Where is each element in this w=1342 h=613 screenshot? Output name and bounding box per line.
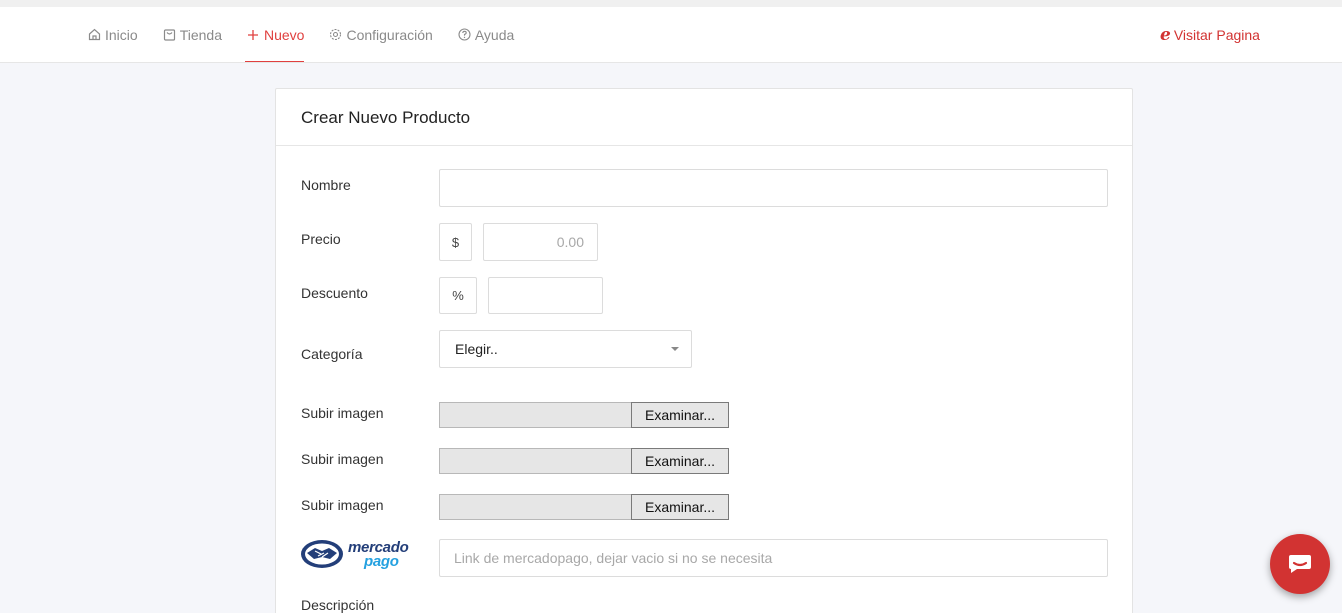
dropdown-caret-icon [671,347,679,351]
precio-input[interactable]: 0.00 [483,223,598,261]
nav-item-configuracion[interactable]: Configuración [329,7,433,62]
handshake-icon [301,540,343,568]
mercadopago-link-input[interactable]: Link de mercadopago, dejar vacio si no s… [439,539,1108,577]
nav-label: Nuevo [263,26,305,43]
gear-icon [329,28,342,41]
categoria-select[interactable]: Elegir.. [439,330,692,368]
file-upload-3: Examinar... [439,494,729,520]
nav-label: Tienda [179,26,222,43]
top-navbar: Inicio Tienda Nuevo Configuración Ayuda [0,0,1342,63]
file-path-field[interactable] [439,402,631,428]
nav-item-inicio[interactable]: Inicio [88,7,138,62]
mercadopago-logo-text-bottom: pago [364,553,399,570]
chat-icon [1289,555,1311,573]
file-upload-1: Examinar... [439,402,729,428]
help-icon [458,28,471,41]
main-nav: Inicio Tienda Nuevo Configuración Ayuda [88,7,539,62]
mercadopago-logo: mercado pago [300,537,420,571]
file-path-field[interactable] [439,494,631,520]
card-title: Crear Nuevo Producto [276,89,1132,146]
nav-label: Ayuda [474,26,515,43]
bag-icon [163,28,176,41]
plus-icon [247,28,260,41]
nombre-label: Nombre [301,177,351,193]
chat-button[interactable] [1270,534,1330,594]
nombre-input[interactable] [439,169,1108,207]
upload-label-3: Subir imagen [301,497,384,513]
nav-item-ayuda[interactable]: Ayuda [458,7,514,62]
precio-currency-addon: $ [439,223,472,261]
precio-label: Precio [301,231,341,247]
nav-label: Configuración [346,26,433,43]
descripcion-label: Descripción [301,597,375,613]
descuento-input[interactable] [488,277,603,314]
browse-button[interactable]: Examinar... [631,402,729,428]
nav-label: Inicio [105,26,138,43]
home-icon [88,28,101,41]
descuento-percent-addon: % [439,277,477,314]
categoria-selected-value: Elegir.. [455,341,498,357]
browse-button[interactable]: Examinar... [631,448,729,474]
nav-item-nuevo[interactable]: Nuevo [244,7,305,62]
nav-item-tienda[interactable]: Tienda [163,7,222,62]
upload-label-2: Subir imagen [301,451,384,467]
visit-page-link[interactable]: e Visitar Pagina [1160,7,1260,62]
file-upload-2: Examinar... [439,448,729,474]
visit-label: Visitar Pagina [1173,26,1260,43]
upload-label-1: Subir imagen [301,405,384,421]
browser-e-icon: e [1160,24,1171,45]
create-product-card: Crear Nuevo Producto Nombre Precio $ 0.0… [275,88,1133,613]
descuento-label: Descuento [301,285,368,301]
browse-button[interactable]: Examinar... [631,494,729,520]
file-path-field[interactable] [439,448,631,474]
categoria-label: Categoría [301,346,363,362]
